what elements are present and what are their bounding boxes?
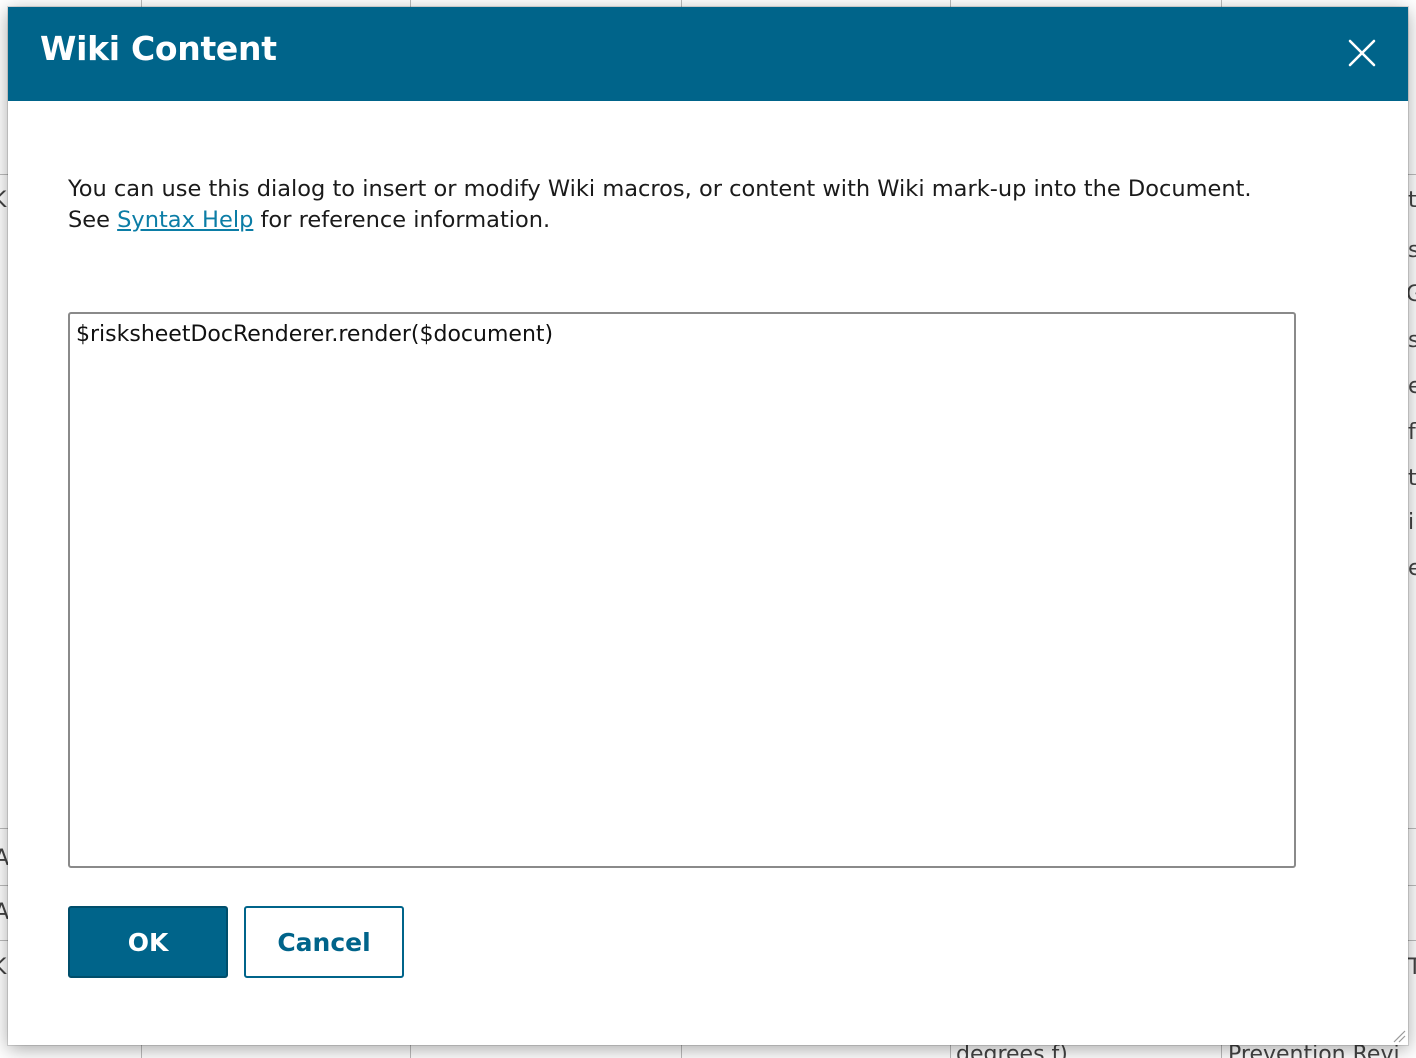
cancel-button[interactable]: Cancel: [244, 906, 404, 978]
description-line: See Syntax Help for reference informatio…: [68, 205, 1328, 236]
see-prefix: See: [68, 207, 118, 233]
background-text: K: [0, 188, 6, 213]
background-text: t: [1408, 466, 1416, 491]
dialog-title: Wiki Content: [40, 29, 277, 68]
background-text: s: [1408, 328, 1416, 353]
wiki-content-textarea[interactable]: $risksheetDocRenderer.render($document): [68, 312, 1296, 868]
see-suffix: for reference information.: [253, 207, 551, 233]
background-text: s: [1408, 238, 1416, 263]
background-text: K: [0, 955, 6, 980]
wiki-content-dialog: Wiki Content You can use this dialog to …: [8, 7, 1408, 1045]
background-text: i: [1408, 510, 1415, 535]
ok-button[interactable]: OK: [68, 906, 228, 978]
background-text: t: [1408, 188, 1416, 213]
dialog-header: Wiki Content: [8, 7, 1408, 101]
syntax-help-link[interactable]: Syntax Help: [117, 207, 253, 233]
background-text: e: [1408, 556, 1416, 581]
background-text: T: [1408, 955, 1416, 980]
background-text: e: [1408, 374, 1416, 399]
background-text: f: [1408, 420, 1416, 445]
close-button[interactable]: [1338, 29, 1386, 77]
dialog-description: You can use this dialog to insert or mod…: [68, 174, 1328, 236]
resize-grip-icon[interactable]: [1390, 1027, 1406, 1043]
close-icon: [1348, 39, 1376, 67]
description-line: You can use this dialog to insert or mod…: [68, 176, 1252, 202]
